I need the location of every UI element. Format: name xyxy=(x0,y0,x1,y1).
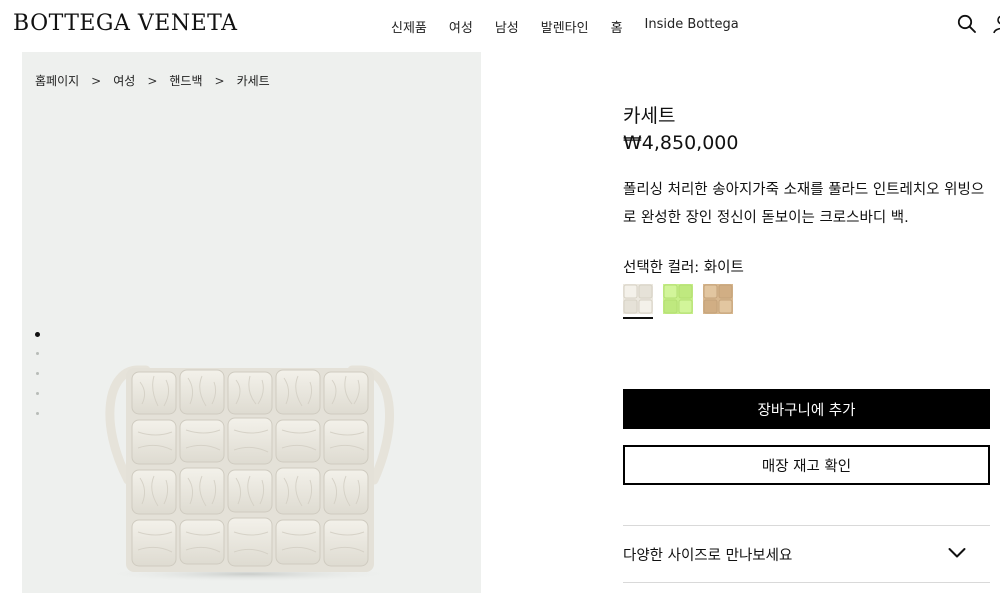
add-to-cart-button[interactable]: 장바구니에 추가 xyxy=(623,389,990,429)
breadcrumb-separator: > xyxy=(147,73,158,88)
sizes-accordion[interactable]: 다양한 사이즈로 만나보세요 xyxy=(623,526,990,582)
site-header: BOTTEGA VENETA 신제품 여성 남성 발렌타인 홈 Inside B… xyxy=(0,0,1000,52)
breadcrumb-item-home[interactable]: 홈페이지 xyxy=(35,72,79,89)
selected-swatch-indicator xyxy=(623,317,653,319)
nav-item-home[interactable]: 홈 xyxy=(611,17,623,36)
gallery-dot[interactable] xyxy=(35,332,40,337)
search-icon[interactable] xyxy=(957,14,977,34)
gallery-dot[interactable] xyxy=(36,372,39,375)
nav-item-men[interactable]: 남성 xyxy=(495,17,519,36)
product-description: 폴리싱 처리한 송아지가죽 소재를 풀라드 인트레치오 위빙으로 완성한 장인 … xyxy=(623,182,985,226)
account-icon[interactable] xyxy=(992,14,1000,34)
nav-item-inside-bottega[interactable]: Inside Bottega xyxy=(645,17,739,36)
color-swatch-lime[interactable] xyxy=(663,284,693,314)
gallery-dot[interactable] xyxy=(36,412,39,415)
nav-item-new[interactable]: 신제품 xyxy=(391,17,427,36)
product-image-panel: 홈페이지 > 여성 > 핸드백 > 카세트 xyxy=(22,52,481,593)
breadcrumb-item-women[interactable]: 여성 xyxy=(113,72,135,89)
accordion-label: 다양한 사이즈로 만나보세요 xyxy=(623,548,793,564)
breadcrumb-item-handbags[interactable]: 핸드백 xyxy=(169,72,202,89)
nav-item-valentine[interactable]: 발렌타인 xyxy=(541,17,589,36)
breadcrumb-separator: > xyxy=(91,73,102,88)
product-image[interactable] xyxy=(88,362,408,582)
color-swatch-beige[interactable] xyxy=(703,284,733,314)
main-nav: 신제품 여성 남성 발렌타인 홈 Inside Bottega xyxy=(391,17,739,36)
color-swatch-white[interactable] xyxy=(623,284,653,314)
selected-color-label: 선택한 컬러: 화이트 xyxy=(623,260,744,276)
breadcrumb: 홈페이지 > 여성 > 핸드백 > 카세트 xyxy=(35,72,270,89)
divider xyxy=(623,582,990,583)
gallery-dot[interactable] xyxy=(36,392,39,395)
breadcrumb-separator: > xyxy=(214,73,225,88)
brand-logo[interactable]: BOTTEGA VENETA xyxy=(13,11,238,36)
product-title: 카세트 xyxy=(623,105,676,127)
gallery-dot[interactable] xyxy=(36,352,39,355)
breadcrumb-item-cassette: 카세트 xyxy=(236,74,270,88)
chevron-down-icon xyxy=(948,548,966,558)
check-store-stock-button[interactable]: 매장 재고 확인 xyxy=(623,445,990,485)
nav-item-women[interactable]: 여성 xyxy=(449,17,473,36)
gallery-pagination xyxy=(35,332,41,432)
product-price: ₩4,850,000 xyxy=(623,132,739,154)
